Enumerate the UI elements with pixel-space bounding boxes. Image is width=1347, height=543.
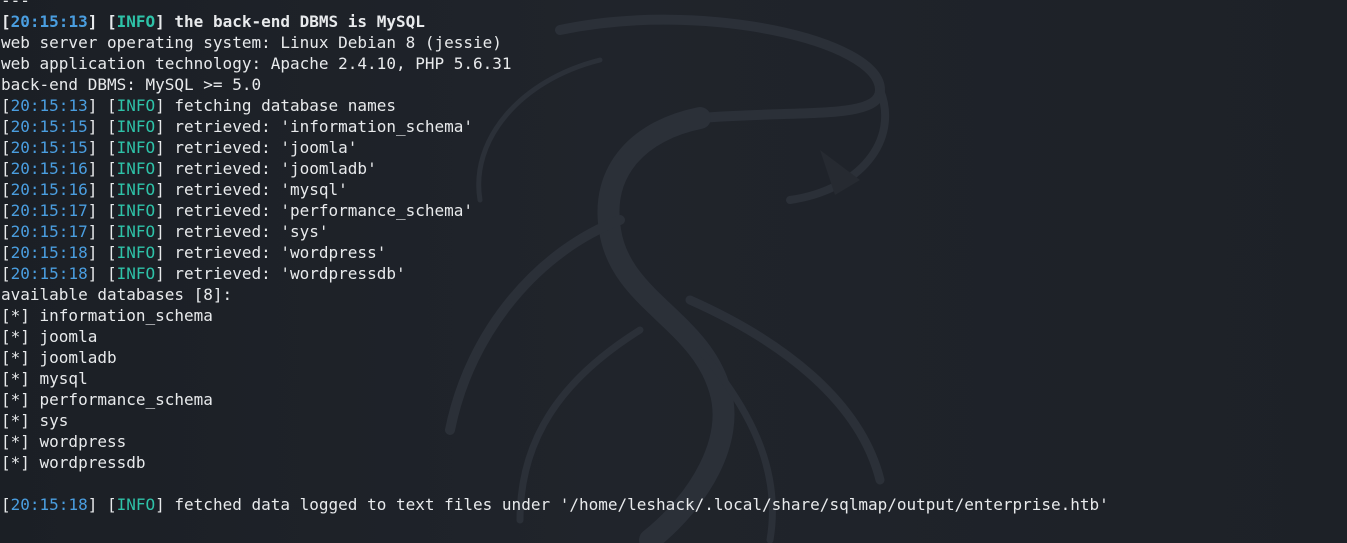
- log-timestamp: 20:15:15: [10, 117, 88, 136]
- log-line: [20:15:16] [INFO] retrieved: 'mysql': [1, 180, 348, 199]
- log-timestamp: 20:15:13: [10, 12, 88, 31]
- output-line: [*] sys: [1, 411, 69, 430]
- log-timestamp: 20:15:18: [10, 495, 88, 514]
- log-level-tag: INFO: [116, 159, 156, 178]
- log-level-tag: INFO: [116, 201, 156, 220]
- output-line: [*] performance_schema: [1, 390, 213, 409]
- log-line: [20:15:18] [INFO] retrieved: 'wordpressd…: [1, 264, 406, 283]
- log-timestamp: 20:15:16: [10, 180, 88, 199]
- log-line: [20:15:13] [INFO] fetching database name…: [1, 96, 396, 115]
- log-level-tag: INFO: [116, 117, 156, 136]
- output-line: [*] wordpressdb: [1, 453, 146, 472]
- log-message: retrieved: 'sys': [174, 222, 329, 241]
- log-line: [20:15:16] [INFO] retrieved: 'joomladb': [1, 159, 377, 178]
- log-message: retrieved: 'joomla': [174, 138, 358, 157]
- log-message: retrieved: 'joomladb': [174, 159, 377, 178]
- log-level-tag: INFO: [116, 96, 156, 115]
- log-line: [20:15:15] [INFO] retrieved: 'informatio…: [1, 117, 474, 136]
- output-line: [*] joomla: [1, 327, 98, 346]
- terminal-output: --- [20:15:13] [INFO] the back-end DBMS i…: [1, 0, 1347, 515]
- output-line: [*] wordpress: [1, 432, 127, 451]
- log-message: retrieved: 'performance_schema': [174, 201, 474, 220]
- log-level-tag: INFO: [116, 222, 156, 241]
- log-message: retrieved: 'information_schema': [174, 117, 474, 136]
- log-message: retrieved: 'wordpressdb': [174, 264, 406, 283]
- output-line: [*] joomladb: [1, 348, 117, 367]
- log-timestamp: 20:15:17: [10, 222, 88, 241]
- log-level-tag: INFO: [116, 180, 156, 199]
- log-line: [20:15:17] [INFO] retrieved: 'performanc…: [1, 201, 474, 220]
- log-timestamp: 20:15:18: [10, 264, 88, 283]
- output-line: [*] information_schema: [1, 306, 213, 325]
- output-line: ---: [1, 0, 30, 10]
- output-line: back-end DBMS: MySQL >= 5.0: [1, 75, 262, 94]
- log-line: [20:15:15] [INFO] retrieved: 'joomla': [1, 138, 358, 157]
- output-line: available databases [8]:: [1, 285, 233, 304]
- log-message: fetched data logged to text files under …: [174, 495, 1109, 514]
- log-timestamp: 20:15:13: [10, 96, 88, 115]
- log-timestamp: 20:15:17: [10, 201, 88, 220]
- log-message: retrieved: 'wordpress': [174, 243, 387, 262]
- log-message: the back-end DBMS is MySQL: [174, 12, 425, 31]
- terminal-window[interactable]: --- [20:15:13] [INFO] the back-end DBMS i…: [0, 0, 1347, 543]
- log-timestamp: 20:15:16: [10, 159, 88, 178]
- log-message: fetching database names: [174, 96, 396, 115]
- log-level-tag: INFO: [116, 12, 156, 31]
- output-line: web server operating system: Linux Debia…: [1, 33, 502, 52]
- log-message: retrieved: 'mysql': [174, 180, 348, 199]
- output-line: [1, 473, 1347, 494]
- log-line: [20:15:18] [INFO] fetched data logged to…: [1, 495, 1109, 514]
- log-timestamp: 20:15:15: [10, 138, 88, 157]
- log-timestamp: 20:15:18: [10, 243, 88, 262]
- log-level-tag: INFO: [116, 495, 156, 514]
- log-line: [20:15:17] [INFO] retrieved: 'sys': [1, 222, 329, 241]
- log-line: [20:15:18] [INFO] retrieved: 'wordpress': [1, 243, 387, 262]
- log-line: [20:15:13] [INFO] the back-end DBMS is M…: [1, 12, 425, 31]
- output-line: web application technology: Apache 2.4.1…: [1, 54, 512, 73]
- log-level-tag: INFO: [116, 264, 156, 283]
- log-level-tag: INFO: [116, 138, 156, 157]
- log-level-tag: INFO: [116, 243, 156, 262]
- output-line: [*] mysql: [1, 369, 88, 388]
